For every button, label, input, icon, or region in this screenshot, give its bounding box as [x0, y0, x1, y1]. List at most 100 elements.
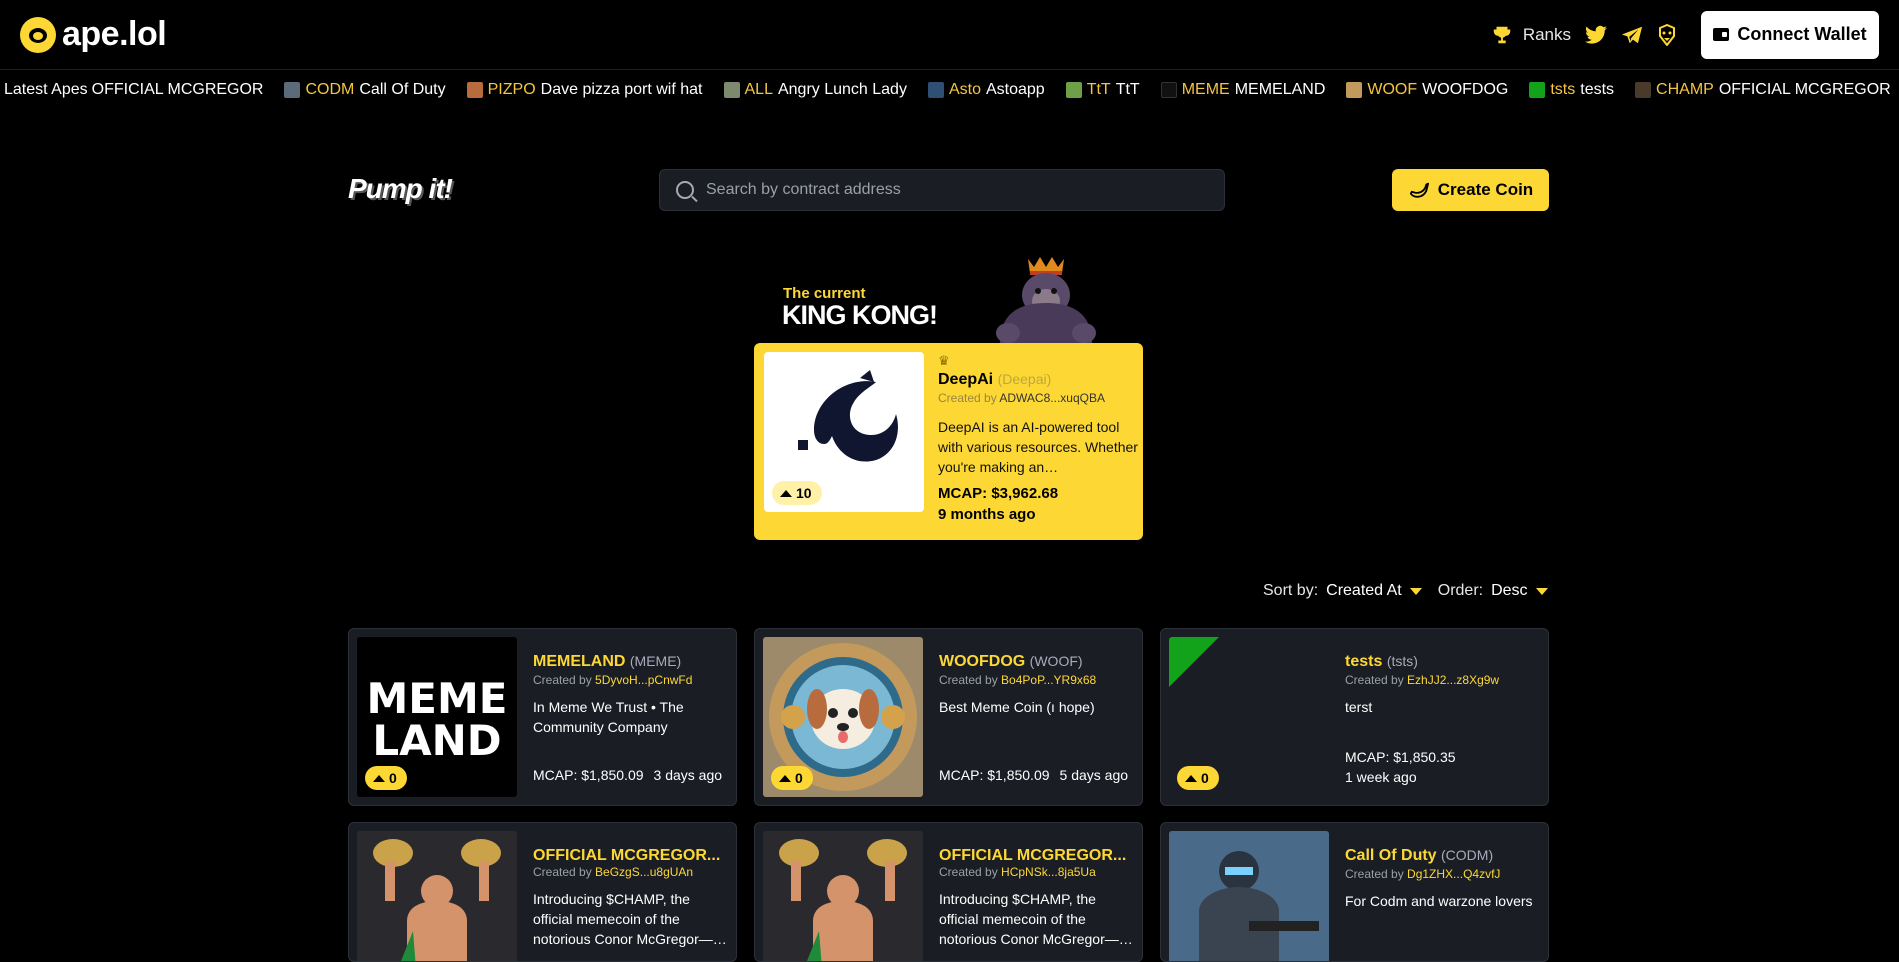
ticker-item[interactable]: OFFICIAL MCGREGOR — [92, 81, 264, 99]
creator-address[interactable]: Dg1ZHX...Q4zvfJ — [1407, 867, 1500, 881]
ticker-thumb — [1529, 82, 1546, 98]
ticker-item-name: TtT — [1115, 81, 1140, 98]
upvote-icon — [373, 774, 385, 782]
ticker-item-name: Dave pizza port wif hat — [540, 81, 703, 98]
upvote-icon — [779, 774, 791, 782]
coin-symbol: (MEME) — [629, 653, 682, 669]
upvote-button[interactable]: 0 — [365, 766, 407, 790]
created-by-label: Created by — [938, 391, 997, 405]
ticker-item[interactable]: TtT TtT — [1065, 81, 1140, 99]
coin-description: DeepAI is an AI-powered tool with variou… — [938, 419, 1138, 475]
coin-mcap: MCAP: $3,962.68 — [938, 485, 1059, 502]
upvote-button[interactable]: 10 — [772, 481, 822, 505]
create-coin-button[interactable]: Create Coin — [1392, 169, 1549, 211]
order-dropdown[interactable]: Desc — [1491, 582, 1548, 600]
ticker-thumb — [466, 82, 483, 98]
latest-apes-ticker: Latest Apes OFFICIAL MCGREGOR CODM Call … — [0, 70, 1899, 110]
coin-age: 9 months ago — [938, 506, 1036, 523]
ranks-label: Ranks — [1522, 24, 1571, 44]
ticker-thumb — [1160, 82, 1177, 98]
connect-wallet-button[interactable]: Connect Wallet — [1701, 10, 1879, 59]
logo[interactable]: ape.lol — [20, 15, 167, 54]
upvote-button[interactable]: 0 — [771, 766, 813, 790]
ticker-item[interactable]: Asto Astoapp — [927, 81, 1045, 99]
vote-count: 0 — [389, 770, 397, 786]
mcgregor-photo — [357, 831, 517, 961]
ticker-item[interactable]: ALL Angry Lunch Lady — [723, 81, 907, 99]
connect-wallet-label: Connect Wallet — [1737, 24, 1867, 44]
created-by-label: Created by — [533, 865, 592, 879]
ticker-item-symbol: Asto — [948, 81, 981, 98]
ticker-item-name: Call Of Duty — [359, 81, 446, 98]
top-navbar: ape.lol Ranks Connect Wallet — [0, 0, 1899, 70]
telegram-icon[interactable] — [1621, 25, 1643, 45]
coin-card[interactable]: 0 WOOFDOG (WOOF) Created by Bo4PoP...YR9… — [754, 628, 1143, 806]
creator-address[interactable]: Bo4PoP...YR9x68 — [1001, 673, 1096, 687]
ranks-link[interactable]: Ranks — [1491, 24, 1571, 46]
ticker-thumb — [927, 82, 944, 98]
coin-card[interactable]: OFFICIAL MCGREGOR... Created by HCpNSk..… — [754, 822, 1143, 962]
lion-icon[interactable] — [1657, 23, 1677, 46]
ticker-item-symbol: ALL — [744, 81, 773, 98]
coin-age: 3 days ago — [653, 767, 723, 783]
ticker-item[interactable]: CODM Call Of Duty — [284, 81, 446, 99]
upvote-button[interactable]: 0 — [1177, 766, 1219, 790]
crown-icon: ♛ — [938, 353, 950, 368]
coin-mcap: MCAP: $1,850.09 — [533, 767, 644, 783]
coin-name: MEMELAND — [533, 653, 626, 670]
coin-image: 10 — [764, 352, 924, 512]
search-bar[interactable] — [659, 169, 1225, 211]
coin-description: Best Meme Coin (ı hope) — [939, 699, 1095, 715]
created-by-label: Created by — [1345, 867, 1404, 881]
coin-symbol: (Deepai) — [997, 371, 1052, 387]
coin-card[interactable]: MEME LAND 0 MEMELAND (MEME) Created by 5… — [348, 628, 737, 806]
ticker-thumb — [723, 82, 740, 98]
upvote-icon — [1185, 774, 1197, 782]
ticker-item[interactable]: tsts tests — [1529, 81, 1614, 99]
ticker-item[interactable]: MEME MEMELAND — [1160, 81, 1325, 99]
king-coin-card[interactable]: 10 ♛ DeepAi (Deepai) Created by ADWAC8..… — [754, 343, 1143, 540]
creator-address[interactable]: 5DyvoH...pCnwFd — [595, 673, 692, 687]
banana-icon — [1409, 182, 1429, 198]
ticker-item[interactable]: WOOF WOOFDOG — [1346, 81, 1508, 99]
created-by-label: Created by — [533, 673, 592, 687]
search-input[interactable] — [706, 181, 1208, 199]
mcgregor-photo — [763, 831, 923, 961]
vote-count: 0 — [1201, 770, 1209, 786]
created-by-label: Created by — [1345, 673, 1404, 687]
ticker-item-symbol: CODM — [305, 81, 355, 98]
coin-description: Introducing $CHAMP, the official memecoi… — [939, 891, 1133, 947]
ticker-item[interactable]: PIZPO Dave pizza port wif hat — [466, 81, 703, 99]
twitter-icon[interactable] — [1585, 25, 1607, 45]
coin-name: tests — [1345, 653, 1383, 670]
ticker-item-symbol: tsts — [1550, 81, 1576, 98]
king-title: KING KONG! — [782, 300, 938, 330]
ticker-item-name: Astoapp — [985, 81, 1045, 98]
ticker-item[interactable]: CHAMP OFFICIAL MCGREGOR — [1635, 81, 1891, 99]
ticker-item-symbol: WOOF — [1367, 81, 1418, 98]
creator-address[interactable]: ADWAC8...xuqQBA — [999, 391, 1105, 405]
coin-image: 0 — [763, 637, 923, 797]
coin-mcap: MCAP: $1,850.35 — [1345, 749, 1456, 765]
ticker-item-name: OFFICIAL MCGREGOR — [1718, 81, 1891, 98]
creator-address[interactable]: BeGzgS...u8gUAn — [595, 865, 693, 879]
ape-logo-icon — [20, 16, 56, 53]
order-value: Desc — [1491, 582, 1528, 599]
coin-card[interactable]: OFFICIAL MCGREGOR... Created by BeGzgS..… — [348, 822, 737, 962]
coin-name: Call Of Duty — [1345, 847, 1437, 864]
soldier-photo — [1169, 831, 1329, 961]
coin-age: 5 days ago — [1059, 767, 1129, 783]
creator-address[interactable]: HCpNSk...8ja5Ua — [1001, 865, 1096, 879]
ticker-item-symbol: TtT — [1086, 81, 1111, 98]
created-by-label: Created by — [939, 673, 998, 687]
coin-card[interactable]: Call Of Duty (CODM) Created by Dg1ZHX...… — [1160, 822, 1549, 962]
coin-name: DeepAi — [938, 371, 994, 388]
svg-text:LAND: LAND — [372, 716, 501, 765]
ticker-thumb — [1635, 82, 1652, 98]
sort-dropdown[interactable]: Created At — [1326, 582, 1430, 600]
upvote-icon — [780, 489, 792, 497]
coin-symbol: (CODM) — [1441, 847, 1494, 863]
creator-address[interactable]: EzhJJ2...z8Xg9w — [1407, 673, 1499, 687]
king-kong-header: The current KING KONG! — [780, 253, 1110, 343]
coin-card[interactable]: 0 tests (tsts) Created by EzhJJ2...z8Xg9… — [1160, 628, 1549, 806]
